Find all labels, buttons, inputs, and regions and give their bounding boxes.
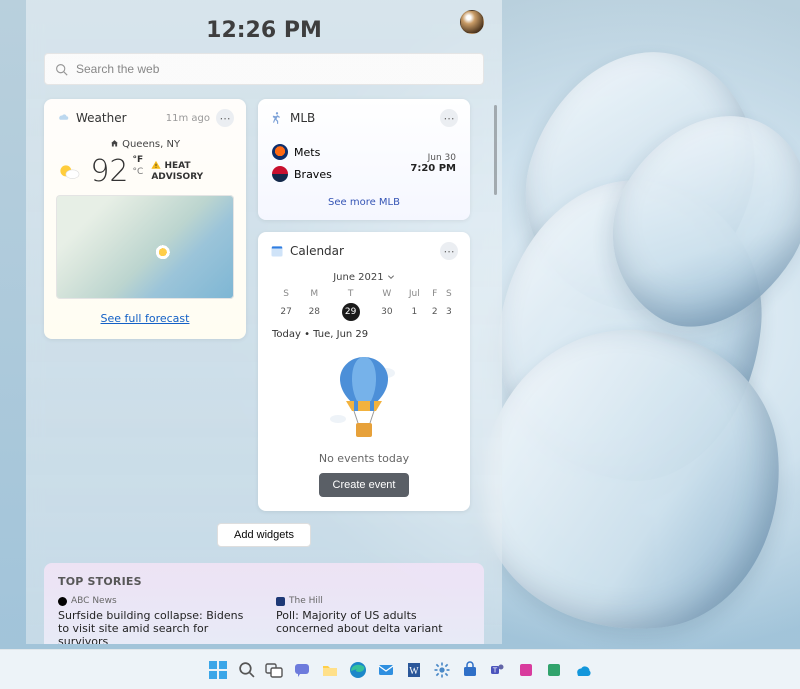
team-home: Braves [294,168,332,181]
calendar-dow: W [373,287,401,301]
unit-c[interactable]: °C [133,166,144,178]
calendar-dow: Jul [401,287,428,301]
profile-avatar[interactable] [460,10,484,34]
edge-icon[interactable] [346,658,370,682]
calendar-month-picker[interactable]: June 2021 [258,270,470,287]
calendar-day[interactable]: 28 [300,301,328,323]
mlb-widget[interactable]: MLB ⋯ Mets Braves Jun 30 7:20 PM See mor… [258,99,470,220]
add-widgets-button[interactable]: Add widgets [217,523,311,547]
weather-temp: 92 [90,154,128,189]
story-item[interactable]: ABC News Surfside building collapse: Bid… [58,596,252,644]
weather-updated: 11m ago [166,113,210,124]
taskbar-search-icon[interactable] [234,658,258,682]
create-event-button[interactable]: Create event [319,473,410,497]
mlb-see-more[interactable]: See more MLB [258,187,470,220]
story-headline: Surfside building collapse: Bidens to vi… [58,609,252,644]
task-view-icon[interactable] [262,658,286,682]
calendar-title: Calendar [290,244,434,258]
mets-logo-icon [272,144,288,160]
word-icon[interactable]: W [402,658,426,682]
team-away: Mets [294,146,320,159]
search-icon [55,63,68,76]
warning-icon [151,160,161,170]
calendar-dow: M [300,287,328,301]
story-source: ABC News [71,596,117,606]
calendar-day[interactable]: 27 [272,301,300,323]
story-headline: Poll: Majority of US adults concerned ab… [276,609,470,635]
widgets-panel: 12:26 PM Weather 11m ago ⋯ Queens, NY 92 [26,0,502,644]
svg-text:T: T [492,666,498,674]
weather-more-button[interactable]: ⋯ [216,109,234,127]
home-icon [110,139,119,148]
file-explorer-icon[interactable] [318,658,342,682]
svg-text:W: W [409,666,419,677]
calendar-dow: S [442,287,456,301]
wallpaper-swirl [470,40,800,600]
mlb-game[interactable]: Mets Braves Jun 30 7:20 PM [258,137,470,187]
unit-f[interactable]: °F [133,154,144,166]
search-box[interactable] [44,53,484,85]
game-date: Jun 30 [428,153,456,163]
chevron-down-icon [387,273,395,281]
calendar-today-label: Today • Tue, Jun 29 [258,323,470,342]
teams-icon[interactable]: T [486,658,510,682]
calendar-no-events: No events today [258,452,470,465]
weather-map[interactable] [56,195,234,299]
stories-heading: TOP STORIES [58,575,470,588]
top-stories-widget[interactable]: TOP STORIES ABC News Surfside building c… [44,563,484,644]
mail-icon[interactable] [374,658,398,682]
calendar-dow: S [272,287,300,301]
chat-icon[interactable] [290,658,314,682]
calendar-icon [270,244,284,258]
mlb-title: MLB [290,111,434,125]
weather-widget[interactable]: Weather 11m ago ⋯ Queens, NY 92 °F °C [44,99,246,339]
game-time: 7:20 PM [410,163,456,174]
taskbar: W T [0,649,800,689]
calendar-illustration [258,342,470,452]
search-input[interactable] [76,62,473,76]
calendar-more-button[interactable]: ⋯ [440,242,458,260]
weather-location: Queens, NY [122,139,180,150]
mlb-more-button[interactable]: ⋯ [440,109,458,127]
calendar-day[interactable]: 3 [442,301,456,323]
calendar-day[interactable]: 1 [401,301,428,323]
tips-icon[interactable] [514,658,538,682]
start-button[interactable] [206,658,230,682]
panel-clock: 12:26 PM [44,18,484,43]
calendar-day[interactable]: 30 [373,301,401,323]
forecast-link[interactable]: See full forecast [101,312,190,325]
abc-logo-icon [58,597,67,606]
story-item[interactable]: The Hill Poll: Majority of US adults con… [276,596,470,644]
panel-scrollbar[interactable] [494,105,497,195]
store-icon[interactable] [458,658,482,682]
settings-icon[interactable] [430,658,454,682]
story-source: The Hill [289,596,323,606]
braves-logo-icon [272,166,288,182]
calendar-dow: T [328,287,372,301]
app-icon[interactable] [542,658,566,682]
calendar-dow: F [428,287,442,301]
calendar-day[interactable]: 29 [328,301,372,323]
calendar-widget[interactable]: Calendar ⋯ June 2021 SMTWJulFS 272829301… [258,232,470,511]
weather-advisory[interactable]: HEAT ADVISORY [151,160,234,183]
running-icon [270,111,284,125]
sun-cloud-icon [56,157,82,187]
weather-title: Weather [76,111,166,125]
thehill-logo-icon [276,597,285,606]
onedrive-icon[interactable] [570,658,594,682]
calendar-day[interactable]: 2 [428,301,442,323]
calendar-grid[interactable]: SMTWJulFS 27282930123 [272,287,456,323]
weather-icon [56,111,70,125]
